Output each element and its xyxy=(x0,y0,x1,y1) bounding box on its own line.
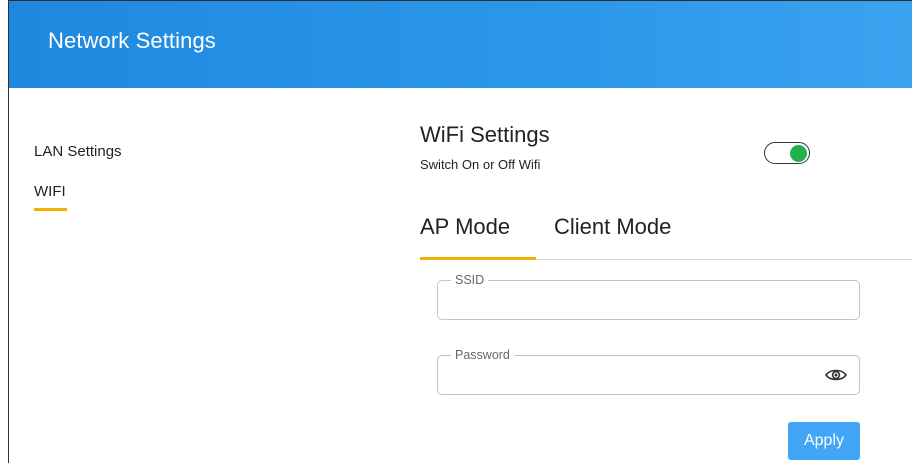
password-input[interactable] xyxy=(450,364,810,388)
sidebar-item-lan-settings[interactable]: LAN Settings xyxy=(34,143,122,160)
tabs-divider xyxy=(536,259,912,260)
active-tab-indicator xyxy=(420,257,536,260)
sidebar-active-indicator xyxy=(34,208,67,211)
sidebar-item-wifi[interactable]: WIFI xyxy=(34,183,66,200)
header-bar: Network Settings xyxy=(9,1,912,88)
password-field: Password xyxy=(437,347,860,395)
tab-ap-mode[interactable]: AP Mode xyxy=(420,214,510,240)
tab-client-mode[interactable]: Client Mode xyxy=(554,214,671,240)
wifi-toggle[interactable] xyxy=(764,142,810,164)
password-label: Password xyxy=(451,347,514,363)
wifi-settings-subtitle: Switch On or Off Wifi xyxy=(420,157,541,172)
ssid-input[interactable] xyxy=(450,289,810,313)
page-title: Network Settings xyxy=(48,28,216,53)
ssid-label: SSID xyxy=(451,272,489,288)
apply-button[interactable]: Apply xyxy=(788,422,860,460)
wifi-toggle-knob xyxy=(790,144,807,162)
app-frame: Network Settings LAN Settings WIFI WiFi … xyxy=(8,0,912,463)
ssid-field: SSID xyxy=(437,272,860,320)
wifi-settings-title: WiFi Settings xyxy=(420,122,550,147)
eye-icon[interactable] xyxy=(825,367,847,383)
